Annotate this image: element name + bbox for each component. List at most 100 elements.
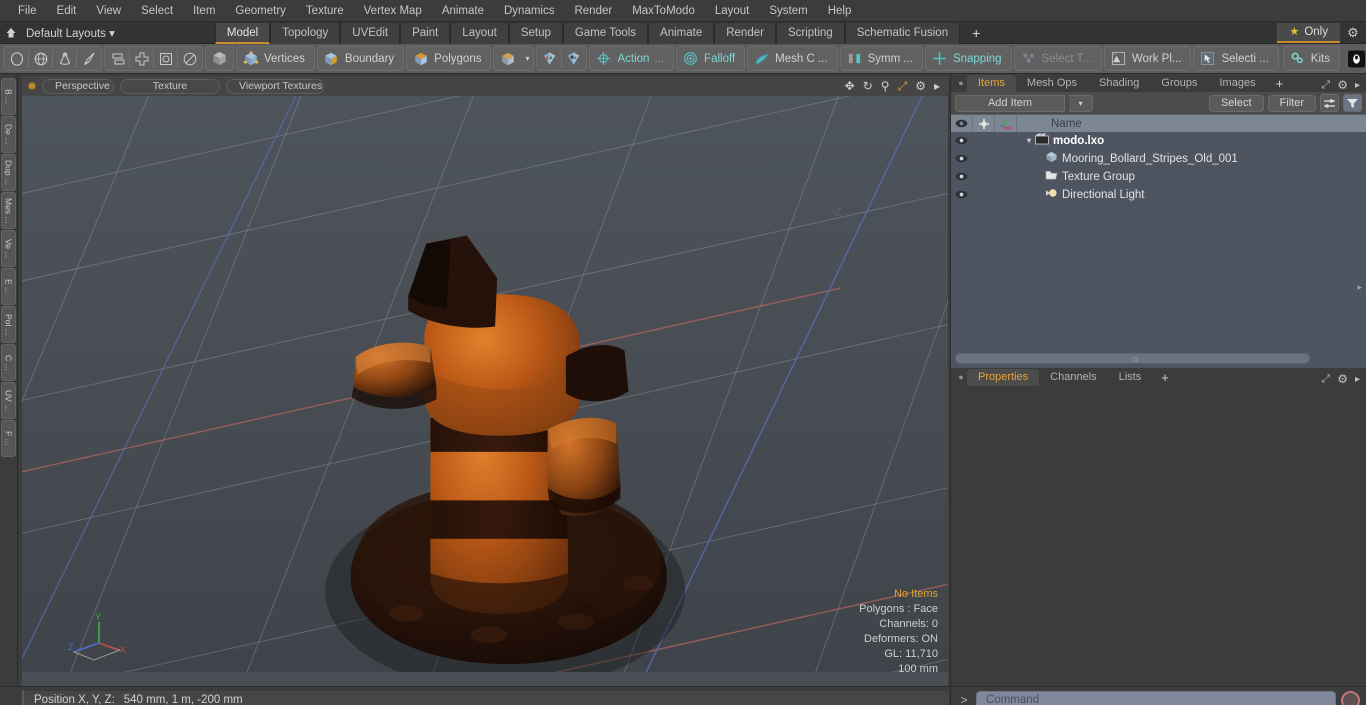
layout-tab-uvedit[interactable]: UVEdit (340, 22, 401, 44)
layout-tab-topology[interactable]: Topology (270, 22, 341, 44)
snapping-button[interactable]: Snapping (924, 46, 1012, 71)
menu-item-file[interactable]: File (8, 0, 47, 22)
layout-selector[interactable]: Default Layouts ▾ (22, 26, 125, 40)
eye-icon[interactable] (951, 167, 973, 186)
expander-icon[interactable]: ▾ (1027, 136, 1031, 145)
left-rail-tab-6[interactable]: Pol ... (1, 306, 16, 343)
layout-tab-animate[interactable]: Animate (648, 22, 715, 44)
circle-icon[interactable] (178, 47, 201, 70)
tab-lists[interactable]: Lists (1107, 369, 1153, 386)
mesh-constraint-button[interactable]: Mesh C ... (747, 46, 838, 71)
panel-menu-icon[interactable]: ● (955, 368, 967, 386)
add-properties-tab-button[interactable]: + (1152, 369, 1178, 386)
kits-button[interactable]: Kits (1282, 46, 1340, 71)
menu-item-dynamics[interactable]: Dynamics (494, 0, 564, 22)
eye-icon[interactable] (951, 132, 973, 150)
cone-icon[interactable] (53, 47, 76, 70)
gear-icon[interactable]: ⚙ (1337, 372, 1348, 386)
lock-icon[interactable] (973, 114, 995, 133)
panel-menu-icon[interactable]: ● (955, 74, 967, 92)
select-button[interactable]: Select (1208, 94, 1264, 112)
selection-mode-items[interactable]: ▾ (493, 46, 535, 71)
list-options-icon[interactable] (1320, 94, 1339, 112)
table-row[interactable]: Mooring_Bollard_Stripes_Old_001 (951, 149, 1366, 168)
layout-tab-layout[interactable]: Layout (450, 22, 509, 44)
left-rail-tab-1[interactable]: De ... (1, 116, 16, 153)
layout-tab-paint[interactable]: Paint (400, 22, 451, 44)
action-center-button[interactable]: Action ... (589, 46, 675, 71)
items-list[interactable]: ▾ modo.lxo Mooring_Bollard_Stripes_Old_0… (951, 132, 1366, 368)
left-rail-tab-0[interactable]: B ... (1, 78, 16, 115)
move-icon[interactable]: ✥ (845, 80, 855, 92)
modo-logo-icon[interactable] (1345, 47, 1366, 70)
viewport-projection-selector[interactable]: Perspective (42, 78, 114, 94)
menu-item-select[interactable]: Select (131, 0, 183, 22)
menu-item-maxtomodo[interactable]: MaxToModo (622, 0, 705, 22)
layout-tab-scripting[interactable]: Scripting (775, 22, 845, 44)
menu-item-texture[interactable]: Texture (296, 0, 354, 22)
scrollbar-knob[interactable] (1132, 357, 1138, 362)
add-layout-tab-button[interactable]: + (960, 22, 992, 44)
globe-icon[interactable] (29, 47, 52, 70)
left-rail-tab-7[interactable]: C ... (1, 344, 16, 381)
eye-icon[interactable] (951, 185, 973, 204)
select-through-button[interactable]: Select T... (1013, 46, 1102, 71)
selection-mode-polygons[interactable]: Polygons (406, 46, 492, 71)
filter-button[interactable]: Filter (1267, 94, 1316, 112)
funnel-icon[interactable] (1343, 94, 1362, 112)
sphere-icon[interactable] (5, 47, 28, 70)
fit-icon[interactable]: ⤢ (898, 80, 908, 92)
rotate-icon[interactable]: ↻ (863, 80, 873, 92)
menu-item-system[interactable]: System (759, 0, 817, 22)
left-rail-tab-8[interactable]: UV ... (1, 382, 16, 419)
symmetry-button[interactable]: Symm ... (839, 46, 923, 71)
layout-tab-schematic-fusion[interactable]: Schematic Fusion (844, 22, 961, 44)
only-toggle-button[interactable]: ★ Only (1277, 22, 1340, 43)
mesh-paint-icon[interactable] (538, 47, 561, 70)
record-icon[interactable] (1341, 690, 1360, 705)
tab-items[interactable]: Items (967, 75, 1016, 92)
center-icon[interactable] (130, 47, 153, 70)
tab-properties[interactable]: Properties (967, 369, 1040, 386)
selection-mode-vertices[interactable]: Vertices (236, 46, 315, 71)
table-row[interactable]: ▾ modo.lxo (951, 132, 1366, 150)
viewport-textures-selector[interactable]: Viewport Textures (226, 78, 324, 94)
frame-icon[interactable] (154, 47, 177, 70)
command-input[interactable]: Command (976, 690, 1336, 705)
menu-item-view[interactable]: View (86, 0, 131, 22)
layout-tab-render[interactable]: Render (714, 22, 776, 44)
layout-tab-model[interactable]: Model (214, 22, 271, 44)
layout-tab-setup[interactable]: Setup (508, 22, 563, 44)
axis-icon[interactable] (995, 114, 1017, 133)
zoom-icon[interactable]: ⚲ (881, 80, 890, 92)
selection-mode-boundary[interactable]: Boundary (316, 46, 405, 71)
pen-icon[interactable] (77, 47, 100, 70)
properties-panel-body[interactable] (951, 386, 1366, 686)
gear-icon[interactable]: ⚙ (915, 80, 926, 92)
items-list-hscrollbar[interactable] (955, 353, 1310, 364)
menu-item-layout[interactable]: Layout (705, 0, 760, 22)
chevron-down-icon[interactable]: ▾ (521, 54, 529, 63)
left-rail-tab-5[interactable]: E ... (1, 268, 16, 305)
tab-shading[interactable]: Shading (1088, 75, 1151, 92)
viewport-active-dot[interactable] (28, 82, 36, 90)
viewport-3d[interactable]: -z Y X Z No Items Polygons: Face Channe… (22, 96, 948, 686)
left-rail-tab-9[interactable]: F ... (1, 420, 16, 457)
chevron-right-icon[interactable]: ▸ (934, 80, 940, 92)
expand-icon[interactable]: ⤢ (1321, 373, 1330, 386)
left-rail-tab-4[interactable]: Ve ... (1, 230, 16, 267)
chevron-right-icon[interactable]: ▸ (1355, 374, 1360, 385)
eye-icon[interactable] (951, 149, 973, 168)
menu-item-render[interactable]: Render (564, 0, 622, 22)
home-icon[interactable] (0, 22, 22, 44)
menu-item-animate[interactable]: Animate (432, 0, 494, 22)
table-row[interactable]: Directional Light (951, 185, 1366, 204)
add-item-button[interactable]: Add Item (955, 94, 1065, 112)
gear-icon[interactable]: ⚙ (1337, 78, 1348, 92)
list-scroll-arrow[interactable]: ▸ (1357, 282, 1362, 293)
menu-item-edit[interactable]: Edit (47, 0, 87, 22)
menu-item-vertex-map[interactable]: Vertex Map (354, 0, 432, 22)
tab-groups[interactable]: Groups (1150, 75, 1209, 92)
eye-icon[interactable] (951, 114, 973, 133)
align-icon[interactable] (106, 47, 129, 70)
